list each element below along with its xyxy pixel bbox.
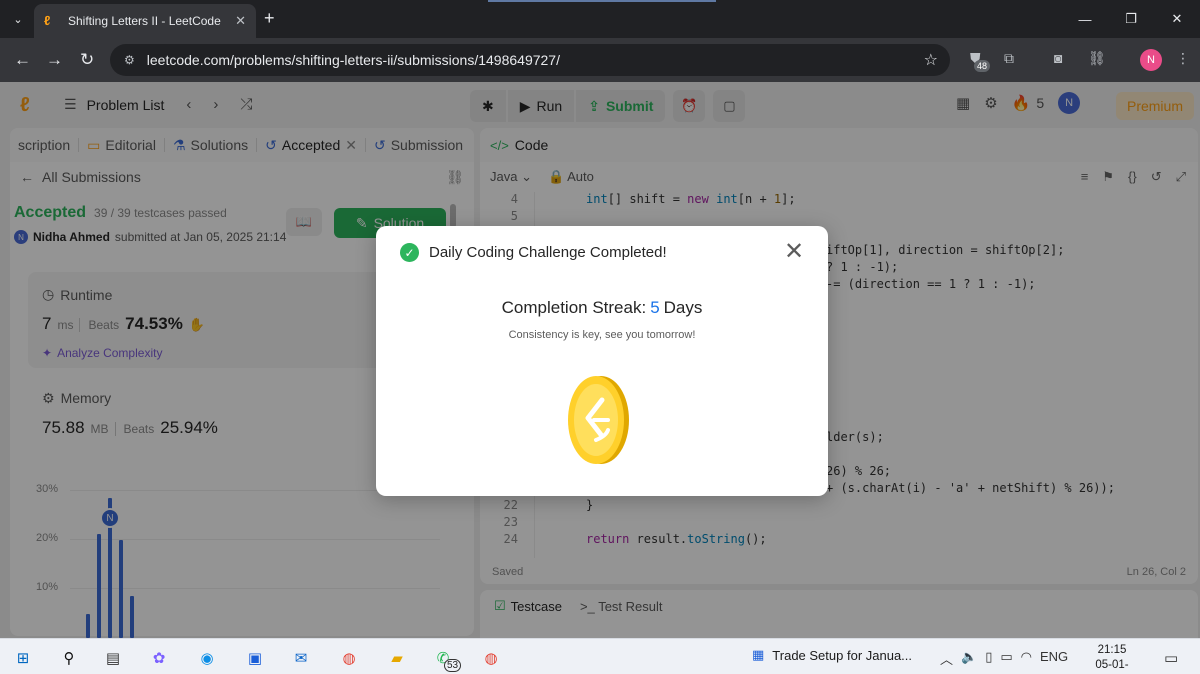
- extensions-puzzle-icon[interactable]: ⧉: [1004, 50, 1014, 67]
- screenshot-icon[interactable]: ◙: [1054, 50, 1062, 66]
- modal-close-icon[interactable]: ✕: [784, 240, 804, 264]
- tab-search-chevron-icon[interactable]: ⌄: [6, 8, 30, 30]
- search-icon[interactable]: ⚲: [58, 647, 80, 669]
- leetcode-favicon-icon: ℓ: [44, 13, 51, 28]
- check-circle-icon: ✓: [400, 243, 419, 262]
- windows-start-icon[interactable]: ⊞: [12, 647, 34, 669]
- chrome-profile-icon[interactable]: ◍: [480, 647, 502, 669]
- completion-streak: Completion Streak: 5 Days: [501, 298, 703, 317]
- url-text: leetcode.com/problems/shifting-letters-i…: [146, 52, 560, 68]
- wifi-icon[interactable]: ◠: [1021, 649, 1032, 668]
- daily-challenge-modal: ✓ Daily Coding Challenge Completed! ✕ Co…: [376, 226, 828, 496]
- modal-title: Daily Coding Challenge Completed!: [429, 244, 667, 261]
- address-bar[interactable]: ⚙ leetcode.com/problems/shifting-letters…: [110, 44, 950, 76]
- forward-arrow-icon[interactable]: →: [46, 50, 63, 70]
- tab-loading-line: [488, 0, 716, 2]
- system-tray: ︿ 🔈 ▯ ▭ ◠ ENG: [940, 649, 1068, 668]
- streak-days-value: 5: [650, 298, 660, 317]
- notification-icon[interactable]: ▭: [1164, 649, 1178, 667]
- window-controls: — ❐ ✕: [1062, 0, 1200, 38]
- store-icon[interactable]: ▣: [244, 647, 266, 669]
- new-tab-plus-icon[interactable]: +: [264, 8, 275, 28]
- browser-tab-bar: ⌄ ℓ Shifting Letters II - LeetCode ✕ + —…: [0, 0, 1200, 38]
- phone-icon[interactable]: ▯: [985, 649, 992, 668]
- windows-taskbar: ⊞ ⚲ ▤ ✿ ◉ ▣ ✉ ◍ ▰ ✆ 53 ◍ ▦ Trade Setup f…: [0, 638, 1200, 674]
- modal-message: Consistency is key, see you tomorrow!: [508, 329, 696, 341]
- clock[interactable]: 21:15 05-01-2025: [1088, 643, 1136, 674]
- bookmark-star-icon[interactable]: ☆: [924, 50, 938, 70]
- browser-tab-active[interactable]: ℓ Shifting Letters II - LeetCode ✕: [34, 4, 256, 38]
- battery-icon[interactable]: ▭: [1000, 649, 1012, 668]
- whatsapp-badge: 53: [444, 659, 462, 672]
- extension-badge: 48: [974, 60, 991, 72]
- news-widget[interactable]: ▦ Trade Setup for Janua...: [752, 647, 912, 663]
- restore-icon[interactable]: ❐: [1108, 0, 1154, 38]
- language-indicator[interactable]: ENG: [1040, 649, 1068, 668]
- chrome-icon[interactable]: ◍: [338, 647, 360, 669]
- edge-icon[interactable]: ◉: [196, 647, 218, 669]
- link-icon[interactable]: ⛓: [1088, 50, 1106, 67]
- file-explorer-icon[interactable]: ▰: [386, 647, 408, 669]
- leetcode-coin-icon: [568, 376, 629, 464]
- back-arrow-icon[interactable]: ←: [14, 50, 31, 70]
- copilot-icon[interactable]: ✿: [148, 647, 170, 669]
- browser-profile-avatar[interactable]: N: [1140, 49, 1162, 71]
- speaker-icon[interactable]: 🔈: [961, 649, 977, 668]
- minimize-icon[interactable]: —: [1062, 0, 1108, 38]
- window-close-icon[interactable]: ✕: [1154, 0, 1200, 38]
- chart-news-icon: ▦: [752, 647, 765, 662]
- chevron-up-icon[interactable]: ︿: [940, 649, 953, 668]
- reload-icon[interactable]: ↻: [80, 50, 94, 70]
- tab-close-icon[interactable]: ✕: [235, 13, 246, 29]
- task-view-icon[interactable]: ▤: [102, 647, 124, 669]
- browser-menu-icon[interactable]: ⋮: [1176, 50, 1190, 67]
- tab-title: Shifting Letters II - LeetCode: [68, 14, 221, 28]
- outlook-icon[interactable]: ✉: [290, 647, 312, 669]
- site-info-icon[interactable]: ⚙: [124, 53, 135, 67]
- browser-toolbar: ← → ↻ ⚙ leetcode.com/problems/shifting-l…: [0, 38, 1200, 82]
